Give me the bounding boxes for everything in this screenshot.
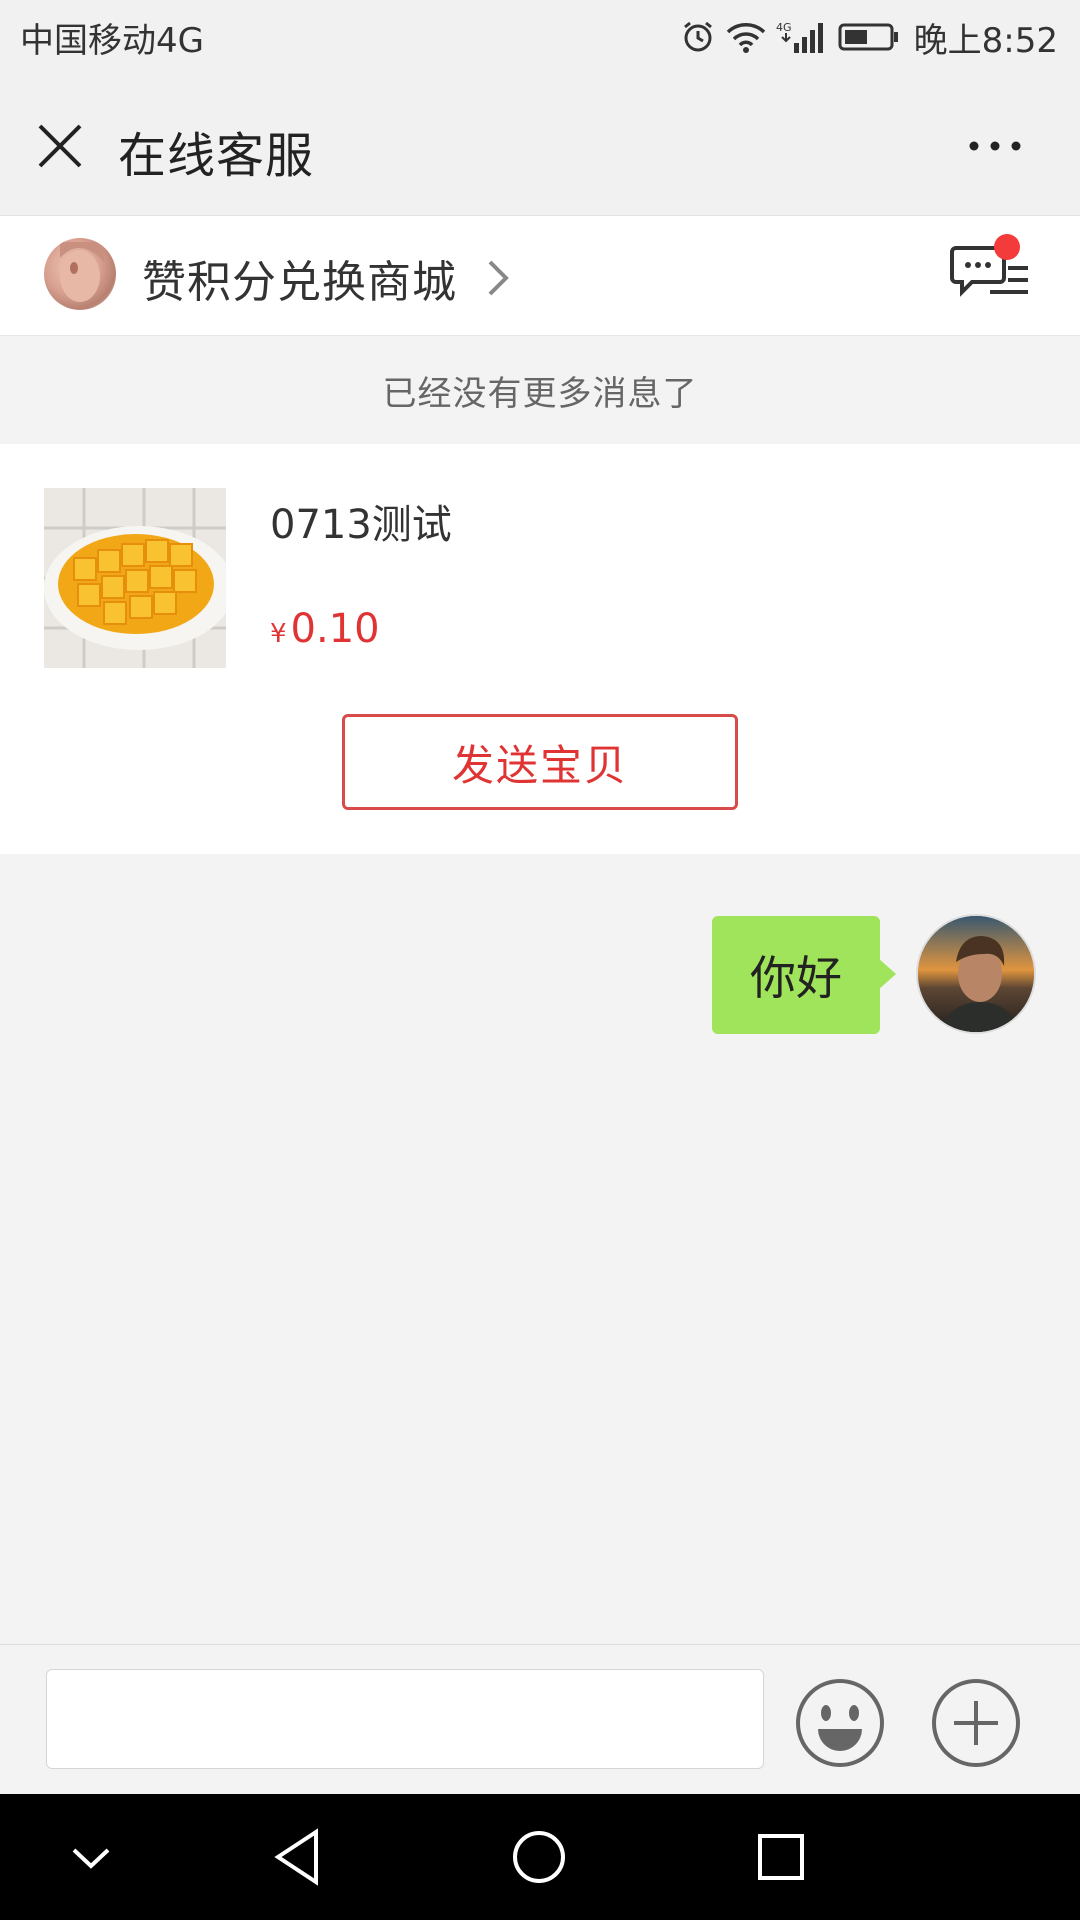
chevron-right-icon[interactable] (484, 256, 512, 300)
shop-avatar-image (60, 242, 104, 302)
home-button[interactable] (506, 1824, 572, 1890)
status-bar: 中国移动4G 4G 晚上8:52 (0, 0, 1080, 74)
shop-name[interactable]: 赞积分兑换商城 (142, 246, 457, 310)
currency-symbol: ¥ (270, 619, 287, 649)
bubble-tail (878, 958, 896, 990)
battery-icon (838, 22, 900, 52)
carrier-label: 中国移动4G (20, 20, 204, 61)
wifi-icon (726, 20, 766, 54)
home-icon (513, 1831, 565, 1883)
price-value: 0.10 (290, 606, 380, 652)
plus-button[interactable] (930, 1677, 1022, 1769)
message-bubble[interactable]: 你好 (712, 916, 880, 1034)
page-title: 在线客服 (118, 128, 315, 184)
more-button[interactable] (962, 126, 1028, 166)
user-avatar[interactable] (916, 914, 1036, 1034)
recents-icon (758, 1834, 804, 1880)
product-title[interactable]: 0713测试 (270, 492, 452, 550)
plus-icon (932, 1679, 1020, 1767)
clock-time: 晚上8:52 (913, 20, 1058, 61)
product-price: ¥0.10 (270, 606, 380, 652)
alarm-icon (680, 19, 716, 55)
emoji-button[interactable] (794, 1677, 886, 1769)
more-icon (969, 141, 1021, 151)
user-avatar-image (918, 916, 1034, 1032)
mango-image (44, 488, 226, 668)
message-input[interactable] (46, 1669, 764, 1769)
input-bar (0, 1644, 1080, 1794)
shop-bar[interactable]: 赞积分兑换商城 (0, 216, 1080, 336)
send-product-button[interactable]: 发送宝贝 (342, 714, 738, 810)
back-button[interactable] (266, 1824, 332, 1890)
emoji-icon (796, 1679, 884, 1767)
svg-text:4G: 4G (776, 21, 792, 34)
message-text: 你好 (750, 951, 842, 1005)
hide-keyboard-button[interactable] (58, 1824, 124, 1890)
product-card: 0713测试 ¥0.10 发送宝贝 (0, 444, 1080, 854)
product-image[interactable] (44, 488, 226, 668)
app-header: 在线客服 (0, 74, 1080, 216)
signal-4g-icon: 4G (776, 19, 828, 55)
recents-button[interactable] (748, 1824, 814, 1890)
close-button[interactable] (34, 120, 86, 172)
back-icon (274, 1828, 318, 1886)
close-icon (38, 124, 82, 168)
system-nav-bar (0, 1794, 1080, 1920)
status-icons: 4G 晚上8:52 (680, 13, 1058, 62)
down-chevron-icon (72, 1848, 110, 1869)
no-more-messages-label: 已经没有更多消息了 (382, 373, 698, 414)
shop-avatar[interactable] (44, 238, 116, 310)
unread-badge (994, 234, 1020, 260)
